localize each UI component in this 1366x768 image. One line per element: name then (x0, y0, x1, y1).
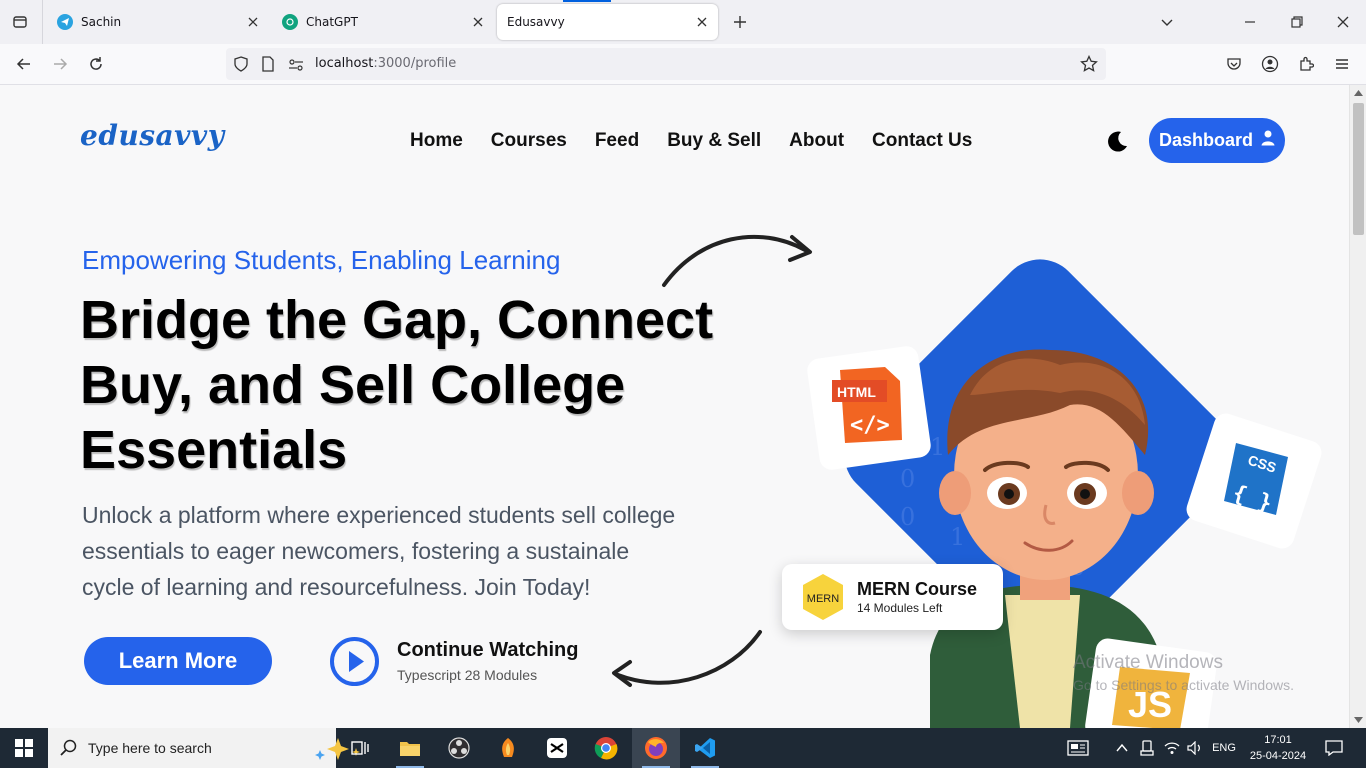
windows-taskbar: Type here to search ENG 17:01 25-04-2024 (0, 728, 1366, 768)
wifi-icon[interactable] (1161, 728, 1183, 768)
task-view-icon[interactable] (336, 728, 384, 768)
close-tab-icon[interactable] (245, 14, 261, 30)
close-window-button[interactable] (1331, 10, 1355, 34)
svg-text:0: 0 (900, 465, 915, 493)
tab-chatgpt[interactable]: ChatGPT (272, 4, 494, 40)
svg-text:1: 1 (930, 433, 945, 461)
tab-title: ChatGPT (306, 15, 358, 29)
chatgpt-icon (282, 14, 298, 30)
tab-loading-indicator (563, 0, 611, 2)
site-nav: Home Courses Feed Buy & Sell About Conta… (410, 130, 972, 152)
tab-list-icon[interactable] (8, 10, 32, 34)
close-tab-icon[interactable] (470, 14, 486, 30)
chevron-down-icon[interactable] (1155, 10, 1179, 34)
curved-arrow-top (662, 234, 812, 287)
nav-feed[interactable]: Feed (595, 130, 639, 152)
taskbar-search-box[interactable]: Type here to search (48, 728, 360, 768)
svg-text:1: 1 (950, 523, 965, 551)
reload-icon[interactable] (84, 52, 108, 76)
extensions-icon[interactable] (1294, 52, 1318, 76)
dashboard-button[interactable]: Dashboard (1149, 118, 1285, 163)
permissions-icon[interactable] (288, 57, 304, 76)
back-arrow-icon[interactable] (12, 52, 36, 76)
browser-toolbar: localhost:3000/profile (0, 44, 1366, 85)
windows-start-icon[interactable] (0, 728, 48, 768)
tab-separator (42, 0, 43, 44)
tab-edusavvy[interactable]: Edusavvy (497, 4, 718, 40)
url-path: :3000/profile (373, 56, 457, 71)
watermark-subtitle: Go to Settings to activate Windows. (1073, 677, 1294, 693)
nav-home[interactable]: Home (410, 130, 463, 152)
telegram-icon (57, 14, 73, 30)
url-host: localhost (315, 56, 374, 71)
language-indicator[interactable]: ENG (1208, 728, 1240, 768)
search-placeholder: Type here to search (88, 740, 212, 756)
close-tab-icon[interactable] (694, 14, 710, 30)
restore-button[interactable] (1285, 10, 1309, 34)
menu-icon[interactable] (1330, 52, 1354, 76)
moon-icon[interactable] (1104, 129, 1130, 155)
news-widget-icon[interactable] (1064, 728, 1092, 768)
mern-hexagon-icon: MERN (803, 574, 843, 620)
continue-watching-subtitle: Typescript 28 Modules (397, 667, 538, 683)
play-icon[interactable] (329, 636, 380, 687)
shield-icon[interactable] (233, 56, 249, 76)
page-info-icon[interactable] (261, 56, 275, 76)
account-icon[interactable] (1258, 52, 1282, 76)
minimize-button[interactable] (1238, 10, 1262, 34)
mern-course-title: MERN Course (857, 579, 978, 599)
chrome-icon[interactable] (582, 728, 630, 768)
svg-text:</>: </> (850, 413, 890, 438)
page-viewport: edusavvy Home Courses Feed Buy & Sell Ab… (0, 85, 1349, 728)
vscode-icon[interactable] (681, 728, 729, 768)
volume-icon[interactable] (1184, 728, 1206, 768)
notifications-icon[interactable] (1320, 728, 1348, 768)
forward-arrow-icon[interactable] (48, 52, 72, 76)
scroll-down-arrow-icon[interactable] (1354, 715, 1363, 724)
activation-watermark: Activate Windows Go to Settings to activ… (1073, 652, 1294, 693)
svg-text:0: 0 (900, 503, 915, 531)
scroll-up-arrow-icon[interactable] (1354, 89, 1363, 98)
firefox-icon[interactable] (632, 728, 680, 768)
clock-date: 25-04-2024 (1249, 750, 1307, 762)
user-icon (1261, 130, 1275, 151)
fl-studio-icon[interactable] (484, 728, 532, 768)
system-clock[interactable]: 17:01 25-04-2024 (1245, 732, 1311, 764)
html-badge-card: HTML </> (807, 346, 931, 470)
hero-eyebrow: Empowering Students, Enabling Learning (82, 245, 561, 275)
learn-more-button[interactable]: Learn More (84, 637, 272, 685)
browser-tab-strip: Sachin ChatGPT Edusavvy (0, 0, 1366, 44)
chevron-up-icon[interactable] (1112, 728, 1132, 768)
continue-watching-title[interactable]: Continue Watching (397, 639, 578, 662)
nav-buy-sell[interactable]: Buy & Sell (667, 130, 761, 152)
mern-course-card[interactable]: MERN MERN Course 14 Modules Left (782, 564, 1003, 630)
search-icon (60, 739, 77, 756)
page-scrollbar[interactable] (1349, 85, 1366, 728)
file-explorer-icon[interactable] (386, 728, 434, 768)
clock-time: 17:01 (1264, 734, 1292, 746)
url-text: localhost:3000/profile (315, 56, 456, 71)
curved-arrow-bottom (612, 630, 762, 687)
html-badge-label: HTML (837, 384, 876, 400)
mern-course-subtitle: 14 Modules Left (857, 601, 943, 615)
tab-title: Edusavvy (507, 15, 565, 29)
device-icon[interactable] (1137, 728, 1157, 768)
obs-icon[interactable] (435, 728, 483, 768)
tab-title: Sachin (81, 15, 122, 29)
capcut-icon[interactable] (533, 728, 581, 768)
mern-hexagon-label: MERN (807, 593, 839, 605)
dashboard-label: Dashboard (1158, 130, 1254, 150)
nav-courses[interactable]: Courses (491, 130, 567, 152)
scroll-thumb[interactable] (1353, 103, 1364, 235)
new-tab-button[interactable] (728, 10, 752, 34)
site-logo[interactable]: edusavvy (80, 119, 224, 152)
nav-contact-us[interactable]: Contact Us (872, 130, 972, 152)
watermark-title: Activate Windows (1073, 652, 1223, 673)
bookmark-star-icon[interactable] (1080, 54, 1098, 77)
address-bar[interactable]: localhost:3000/profile (226, 48, 1106, 80)
pocket-icon[interactable] (1222, 52, 1246, 76)
nav-about[interactable]: About (789, 130, 844, 152)
tab-sachin[interactable]: Sachin (47, 4, 269, 40)
